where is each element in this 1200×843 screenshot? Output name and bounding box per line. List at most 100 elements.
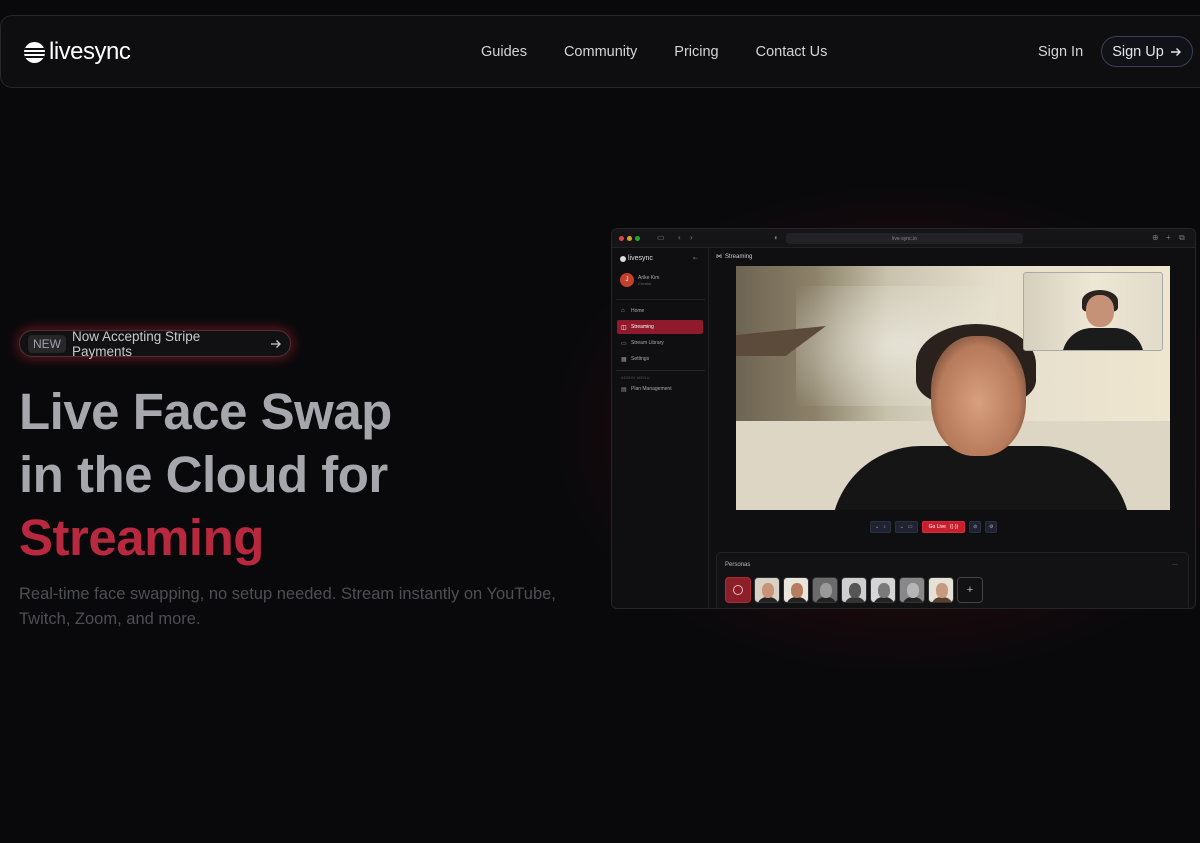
sidebar-item-stream-library: ▭ Stream Library [617, 336, 703, 350]
app-preview-window: ▭ ‹ › ◐ live-sync.io ⊕ + ⧉ livesync ⇤ J … [611, 228, 1196, 609]
sidebar-item-label: Stream Library [631, 340, 664, 346]
nav-link-pricing[interactable]: Pricing [674, 44, 718, 60]
window-controls [619, 236, 640, 241]
persona-thumbnail [783, 577, 809, 603]
sign-up-label: Sign Up [1112, 43, 1164, 60]
user-role: Creator [638, 280, 652, 286]
collapse-icon: ⇤ [693, 256, 699, 262]
sidebar-item-streaming: ◫ Streaming [617, 320, 703, 334]
top-navigation: livesync Guides Community Pricing Contac… [0, 15, 1200, 88]
logo-icon [24, 41, 45, 63]
logo-icon [620, 255, 626, 262]
persona-thumbnail [841, 577, 867, 603]
avatar: J [620, 273, 634, 287]
chevron-down-icon: ⌄ [899, 524, 904, 530]
brand-logo[interactable]: livesync [24, 38, 131, 66]
gear-icon: ⚙ [988, 524, 994, 530]
sign-up-button[interactable]: Sign Up [1101, 36, 1193, 67]
minimize-dot-icon [627, 236, 632, 241]
headline-accent: Streaming [19, 509, 264, 566]
persona-thumbnail [754, 577, 780, 603]
maximize-dot-icon [635, 236, 640, 241]
personas-title: Personas [725, 562, 751, 568]
sidebar-brand: livesync [620, 255, 653, 262]
broadcast-icon: ((·)) [949, 524, 959, 530]
sidebar-item-label: Settings [631, 356, 650, 362]
go-live-label: Go Live [928, 524, 946, 530]
app-sidebar: livesync ⇤ J Arike Kim Creator ⌂ Home ◫ … [612, 248, 709, 608]
headline-line-2: in the Cloud for [19, 446, 388, 503]
hide-video-button: ⊘ [969, 521, 982, 533]
persona-none [725, 577, 751, 603]
settings-icon: ▦ [621, 356, 627, 363]
personas-panel: Personas ... + [716, 552, 1189, 608]
sidebar-item-plan-management: ▤ Plan Management [617, 382, 703, 396]
sidebar-item-label: Home [631, 308, 645, 314]
sidebar-item-settings: ▦ Settings [617, 352, 703, 366]
persona-thumbnail [870, 577, 896, 603]
more-icon: ... [1172, 560, 1178, 567]
sign-in-link[interactable]: Sign In [1038, 44, 1083, 60]
user-name: Arike Kim [638, 274, 660, 281]
nav-links: Guides Community Pricing Contact Us [481, 44, 827, 60]
stream-icon: ⋈ [716, 254, 722, 260]
divider [616, 299, 705, 300]
browser-chrome: ▭ ‹ › ◐ live-sync.io ⊕ + ⧉ [612, 229, 1195, 248]
mic-control: ⌄ ♪ [870, 521, 891, 533]
download-icon: ⊕ [1152, 233, 1159, 242]
mic-icon: ♪ [883, 524, 886, 530]
camera-icon: ▭ [907, 524, 913, 530]
stream-controls: ⌄ ♪ ⌄ ▭ Go Live ((·)) ⊘ ⚙ [870, 521, 998, 533]
divider [616, 370, 705, 371]
headline-line-1: Live Face Swap [19, 383, 392, 440]
brand-name: livesync [49, 38, 131, 65]
settings-button: ⚙ [985, 521, 998, 533]
hero-subtext: Real-time face swapping, no setup needed… [19, 585, 556, 628]
add-persona-button: + [957, 577, 983, 603]
sidebar-user: J Arike Kim Creator [620, 273, 659, 287]
video-stream [736, 266, 1170, 510]
sidebar-item-label: Streaming [631, 324, 654, 330]
video-off-icon: ⊘ [973, 524, 978, 530]
sidebar-brand-name: livesync [628, 255, 653, 262]
video-person-face [931, 336, 1026, 456]
persona-thumbnail [899, 577, 925, 603]
shield-icon: ◐ [774, 233, 779, 242]
stream-icon: ◫ [621, 324, 627, 331]
camera-control: ⌄ ▭ [894, 521, 918, 533]
back-icon: ‹ [678, 233, 681, 242]
pip-body [1062, 328, 1144, 350]
badge-text: Now Accepting Stripe Payments [72, 328, 201, 359]
hero-headline: Live Face Swap in the Cloud for Streamin… [19, 380, 579, 569]
arrow-right-icon [271, 339, 281, 348]
page-title-text: Streaming [725, 253, 753, 260]
url-bar: live-sync.io [786, 233, 1023, 244]
new-tab-icon: + [1166, 233, 1171, 242]
go-live-button: Go Live ((·)) [921, 521, 966, 533]
close-dot-icon [619, 236, 624, 241]
announcement-badge[interactable]: NEW Now Accepting Stripe Payments [19, 328, 291, 359]
nav-link-contact[interactable]: Contact Us [756, 44, 828, 60]
card-icon: ▤ [621, 386, 627, 393]
tabs-icon: ⧉ [1179, 233, 1185, 242]
arrow-right-icon [1170, 47, 1181, 56]
picture-in-picture [1023, 272, 1163, 351]
sidebar-item-home: ⌂ Home [617, 304, 703, 318]
landing-page: livesync Guides Community Pricing Contac… [0, 0, 1200, 843]
persona-list: + [725, 577, 983, 603]
sidebar-toggle-icon: ▭ [657, 233, 665, 242]
nav-link-guides[interactable]: Guides [481, 44, 527, 60]
folder-icon: ▭ [621, 340, 627, 347]
nav-link-community[interactable]: Community [564, 44, 637, 60]
chevron-down-icon: ⌄ [875, 524, 880, 530]
none-icon [733, 585, 743, 595]
sidebar-item-label: Plan Management [631, 386, 672, 392]
badge-tag: NEW [28, 334, 66, 353]
home-icon: ⌂ [621, 308, 625, 314]
pip-face [1086, 295, 1114, 327]
persona-thumbnail [812, 577, 838, 603]
page-title: ⋈ Streaming [716, 253, 753, 261]
admin-menu-heading: ADMIN MENU [621, 375, 650, 380]
persona-thumbnail [928, 577, 954, 603]
forward-icon: › [690, 233, 693, 242]
